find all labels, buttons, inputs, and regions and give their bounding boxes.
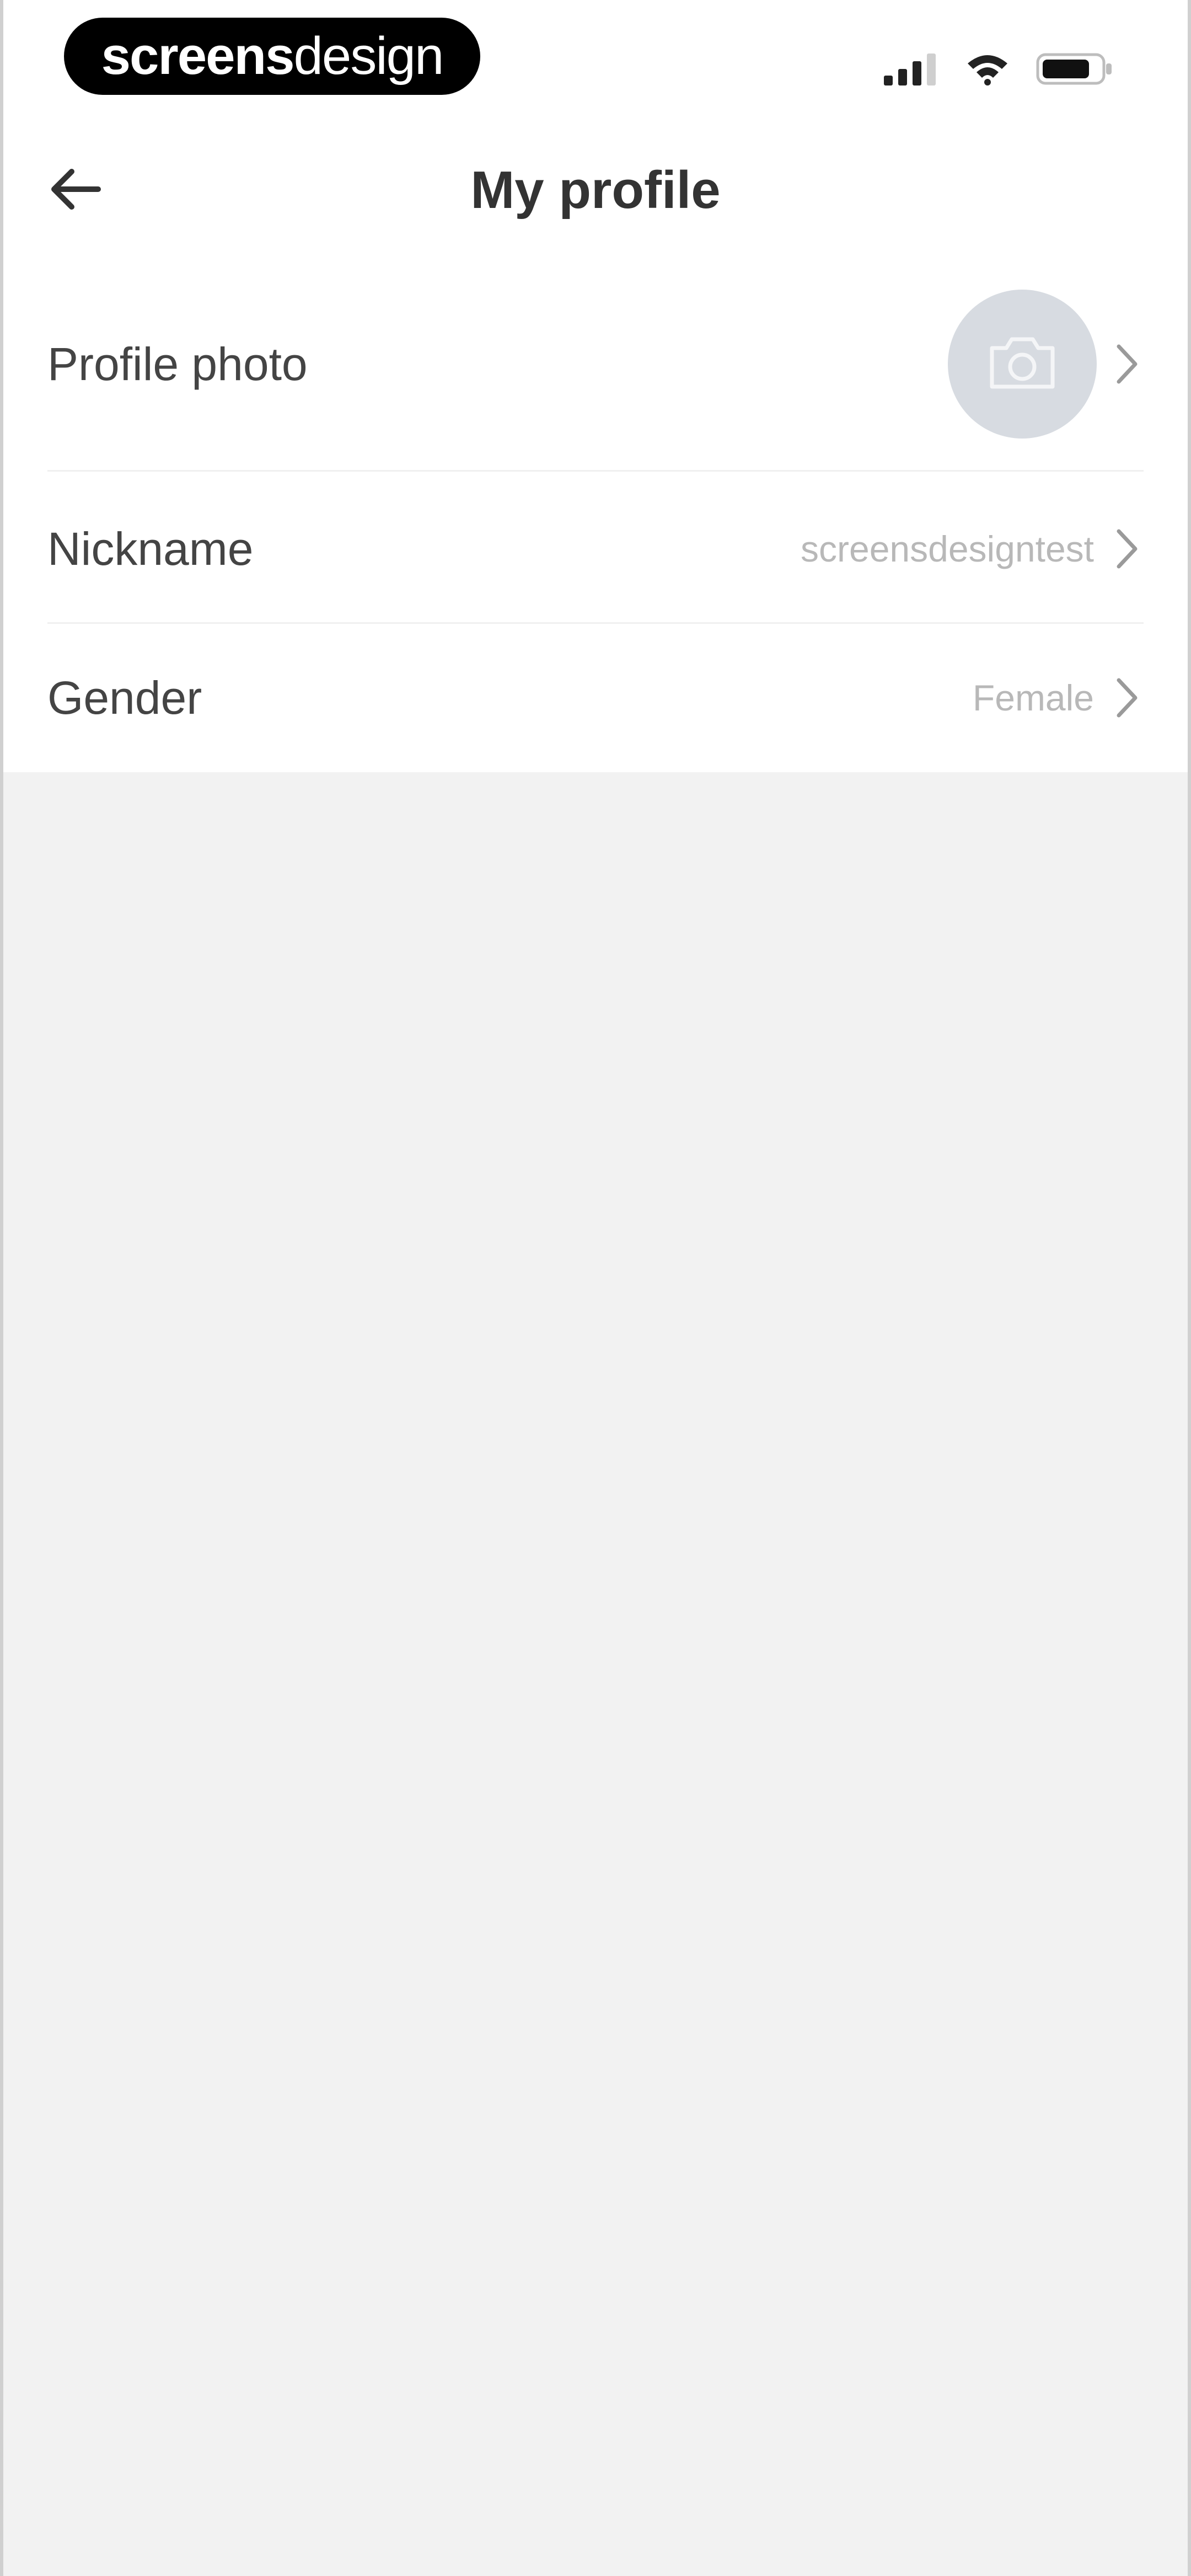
arrow-left-icon <box>47 167 103 214</box>
row-divider <box>47 470 1144 472</box>
profile-screen: screens design My profile Profile photo … <box>0 0 1191 2576</box>
nav-bar: My profile <box>3 132 1188 248</box>
gender-value: Female <box>972 677 1094 718</box>
nickname-value: screensdesigntest <box>801 528 1094 569</box>
brand-bold-text: screens <box>101 26 295 85</box>
brand-light-text: design <box>293 26 444 85</box>
wifi-icon <box>965 52 1010 85</box>
battery-icon <box>1036 51 1113 87</box>
avatar[interactable] <box>948 290 1097 439</box>
camera-icon <box>986 333 1058 396</box>
back-button[interactable] <box>42 157 108 223</box>
brand-watermark: screens design <box>64 18 480 95</box>
gender-row[interactable]: Gender Female <box>3 623 1188 772</box>
row-divider <box>47 622 1144 624</box>
chevron-right-icon <box>1110 339 1144 389</box>
chevron-right-icon <box>1110 524 1144 574</box>
nickname-label: Nickname <box>47 523 254 575</box>
page-title: My profile <box>470 161 721 220</box>
status-icons <box>884 50 1113 88</box>
status-bar: screens design <box>3 0 1188 121</box>
gender-label: Gender <box>47 672 202 724</box>
chevron-right-icon <box>1110 673 1144 723</box>
profile-photo-label: Profile photo <box>47 338 308 390</box>
signal-icon <box>884 52 939 85</box>
profile-photo-row[interactable]: Profile photo <box>3 276 1188 452</box>
nickname-row[interactable]: Nickname screensdesigntest <box>3 474 1188 623</box>
